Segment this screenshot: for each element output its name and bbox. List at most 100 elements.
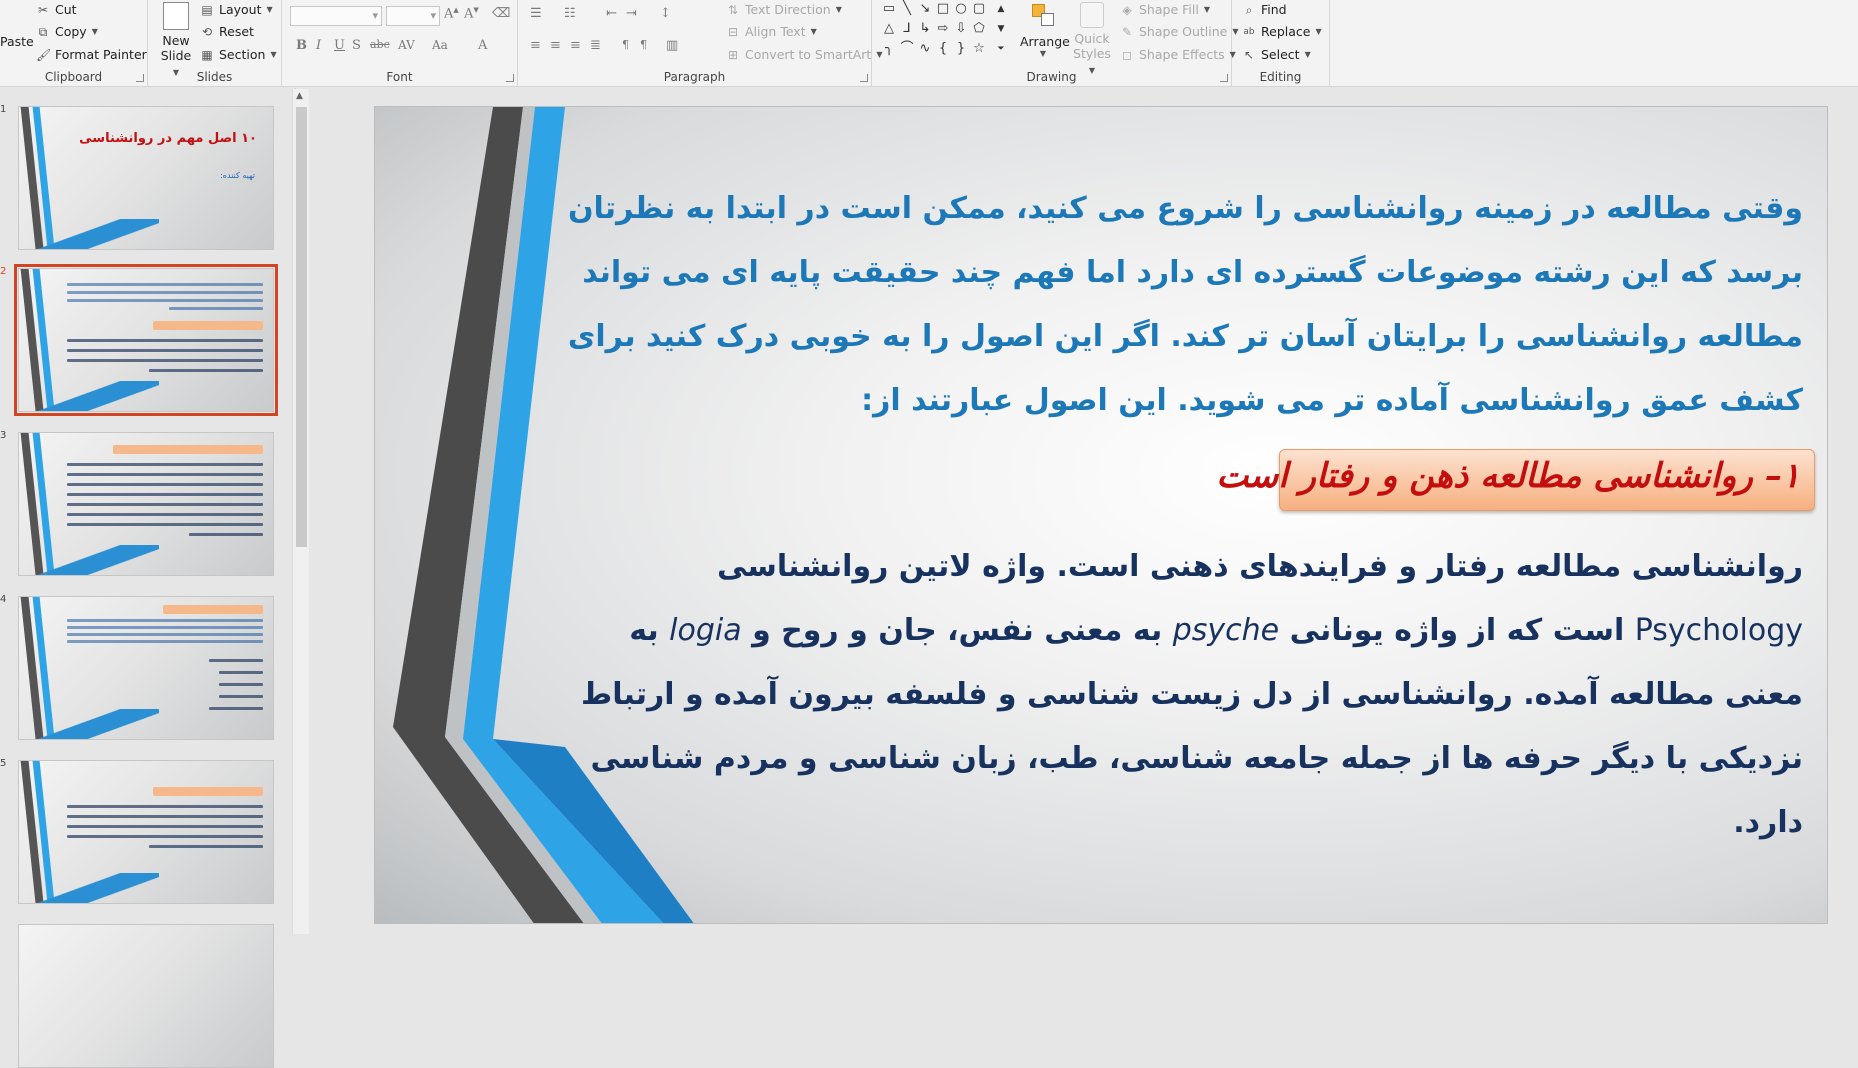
more-shapes-icon[interactable]: ⏷	[994, 42, 1008, 56]
thumb-text-line	[67, 349, 263, 352]
curve-shape-icon[interactable]: ╮	[882, 42, 896, 56]
rectangle-shape-icon[interactable]: □	[936, 2, 950, 16]
font-size-combo[interactable]	[386, 6, 440, 26]
oval-shape-icon[interactable]: ○	[954, 2, 968, 16]
arrow-line-shape-icon[interactable]: ↘	[918, 2, 932, 16]
slide-canvas[interactable]: وقتی مطالعه در زمینه روانشناسی را شروع م…	[374, 106, 1828, 924]
align-right-icon[interactable]: ≡	[570, 38, 581, 53]
dialog-launcher-icon[interactable]	[506, 74, 514, 82]
dialog-launcher-icon[interactable]	[1220, 74, 1228, 82]
right-brace-shape-icon[interactable]: }	[954, 42, 968, 56]
find-button[interactable]: ⌕ Find	[1242, 2, 1287, 17]
decrease-indent-icon[interactable]: ⇤	[606, 6, 617, 21]
slide-thumbnail-2-selected[interactable]	[14, 264, 278, 416]
dialog-launcher-icon[interactable]	[860, 74, 868, 82]
text-direction-button[interactable]: ⇅ Text Direction ▼	[726, 2, 842, 17]
arrange-button[interactable]: Arrange ▼	[1020, 2, 1070, 58]
reset-button[interactable]: ⟲ Reset	[200, 24, 254, 39]
replace-button[interactable]: ab Replace ▼	[1242, 24, 1321, 39]
thumb-text-line	[67, 640, 263, 643]
reset-label: Reset	[219, 24, 254, 39]
slide-thumbnail-3[interactable]	[18, 432, 274, 576]
clear-formatting-icon[interactable]: ⌫	[492, 6, 510, 21]
bold-icon[interactable]: B	[296, 38, 307, 53]
justify-icon[interactable]: ≣	[590, 38, 601, 53]
chevron-down-icon[interactable]: ▼	[92, 27, 98, 36]
scroll-up-arrow-icon[interactable]: ▲	[296, 91, 303, 101]
shadow-icon[interactable]: S	[352, 38, 361, 53]
cut-button[interactable]: ✂ Cut	[36, 2, 77, 17]
down-arrow-shape-icon[interactable]: ⇩	[954, 22, 968, 36]
textbox-shape-icon[interactable]: ▭	[882, 2, 896, 16]
shapes-gallery[interactable]: ▭ ╲ ↘ □ ○ ▢ △ ⅃ ↳ ⇨ ⇩ ⬠ ╮ ⌒ ∿ { } ☆ ▲ ▼ …	[882, 2, 1012, 62]
shrink-font-icon[interactable]: A▼	[464, 6, 479, 21]
triangle-shape-icon[interactable]: △	[882, 22, 896, 36]
select-button[interactable]: ↖ Select ▼	[1242, 47, 1311, 62]
thumb-text-line	[149, 845, 263, 848]
right-arrow-shape-icon[interactable]: ⇨	[936, 22, 950, 36]
section-button[interactable]: ▦ Section ▼	[200, 47, 276, 62]
scrollbar-thumb[interactable]	[296, 107, 307, 547]
line-shape-icon[interactable]: ╲	[900, 2, 914, 16]
drawing-group-label: Drawing	[1026, 70, 1077, 84]
layout-button[interactable]: ▤ Layout ▼	[200, 2, 272, 17]
character-spacing-icon[interactable]: AV	[398, 38, 415, 52]
rounded-rect-shape-icon[interactable]: ▢	[972, 2, 986, 16]
thumb-heading-badge	[153, 321, 263, 330]
quick-styles-button[interactable]: Quick Styles ▼	[1070, 2, 1114, 78]
star-shape-icon[interactable]: ☆	[972, 42, 986, 56]
intro-paragraph[interactable]: وقتی مطالعه در زمینه روانشناسی را شروع م…	[555, 177, 1803, 433]
shape-fill-button[interactable]: ◈ Shape Fill ▼	[1120, 2, 1210, 17]
grow-font-icon[interactable]: A▲	[444, 6, 459, 21]
dialog-launcher-icon[interactable]	[136, 74, 144, 82]
font-family-combo[interactable]	[290, 6, 382, 26]
left-brace-shape-icon[interactable]: {	[936, 42, 950, 56]
ribbon: Paste ✂ Cut ⧉ Copy ▼ 🖌 Format Painter Clipbo…	[0, 0, 1858, 87]
pentagon-shape-icon[interactable]: ⬠	[972, 22, 986, 36]
align-text-button[interactable]: ⊟ Align Text ▼	[726, 24, 817, 39]
copy-button[interactable]: ⧉ Copy ▼	[36, 24, 98, 39]
align-center-icon[interactable]: ≡	[550, 38, 561, 53]
freeform-shape-icon[interactable]: ∿	[918, 42, 932, 56]
scroll-up-icon[interactable]: ▲	[994, 2, 1008, 16]
arc-shape-icon[interactable]: ⌒	[900, 42, 914, 56]
arrange-label: Arrange	[1020, 34, 1070, 49]
numbering-icon[interactable]: ☷	[564, 6, 576, 21]
columns-icon[interactable]: ▥	[666, 38, 678, 53]
underline-icon[interactable]: U	[334, 38, 345, 53]
line-spacing-icon[interactable]: ↕	[660, 6, 671, 21]
shape-effects-label: Shape Effects	[1139, 47, 1225, 62]
format-painter-button[interactable]: 🖌 Format Painter	[36, 47, 147, 62]
scroll-down-icon[interactable]: ▼	[994, 22, 1008, 36]
slide-thumbnail-pane[interactable]: 1 ۱۰ اصل مهم در روانشناسی تهیه کننده: 2 …	[0, 88, 296, 1068]
increase-indent-icon[interactable]: ⇥	[626, 6, 637, 21]
paste-button[interactable]: Paste	[0, 34, 34, 49]
heading-box[interactable]: ۱– روانشناسی مطالعه ذهن و رفتار است	[1216, 449, 1815, 511]
convert-smartart-button[interactable]: ⊞ Convert to SmartArt ▼	[726, 47, 883, 62]
thumbnail-scrollbar[interactable]: ▲	[292, 89, 309, 934]
slide-thumbnail-4[interactable]	[18, 596, 274, 740]
slide-thumbnail-1[interactable]: ۱۰ اصل مهم در روانشناسی تهیه کننده:	[18, 106, 274, 250]
new-slide-button[interactable]: New Slide ▼	[158, 2, 194, 80]
heading-text: ۱– روانشناسی مطالعه ذهن و رفتار است	[1216, 456, 1800, 496]
shape-effects-button[interactable]: ◻ Shape Effects ▼	[1120, 47, 1236, 62]
elbow-arrow-shape-icon[interactable]: ↳	[918, 22, 932, 36]
slide-thumbnail-5[interactable]	[18, 760, 274, 904]
strikethrough-icon[interactable]: abc	[370, 38, 390, 51]
drawing-group: ▭ ╲ ↘ □ ○ ▢ △ ⅃ ↳ ⇨ ⇩ ⬠ ╮ ⌒ ∿ { } ☆ ▲ ▼ …	[872, 0, 1239, 87]
italic-icon[interactable]: I	[316, 38, 321, 53]
body-paragraph[interactable]: روانشناسی مطالعه رفتار و فرایندهای ذهنی …	[555, 535, 1803, 855]
ltr-icon[interactable]: ¶	[622, 38, 629, 51]
thumb-1-subtitle: تهیه کننده:	[220, 171, 255, 180]
text-direction-icon: ⇅	[727, 2, 739, 17]
shape-outline-button[interactable]: ✎ Shape Outline ▼	[1120, 24, 1239, 39]
rtl-icon[interactable]: ¶	[640, 38, 647, 51]
elbow-connector-shape-icon[interactable]: ⅃	[900, 22, 914, 36]
thumb-text-line	[67, 619, 263, 622]
change-case-icon[interactable]: Aa	[432, 38, 448, 52]
align-left-icon[interactable]: ≡	[530, 38, 541, 53]
font-color-icon[interactable]: A	[478, 38, 487, 53]
slide-thumbnail-6-partial[interactable]	[18, 924, 274, 1068]
bullets-icon[interactable]: ☰	[530, 6, 542, 21]
thumb-text-line	[67, 513, 263, 516]
